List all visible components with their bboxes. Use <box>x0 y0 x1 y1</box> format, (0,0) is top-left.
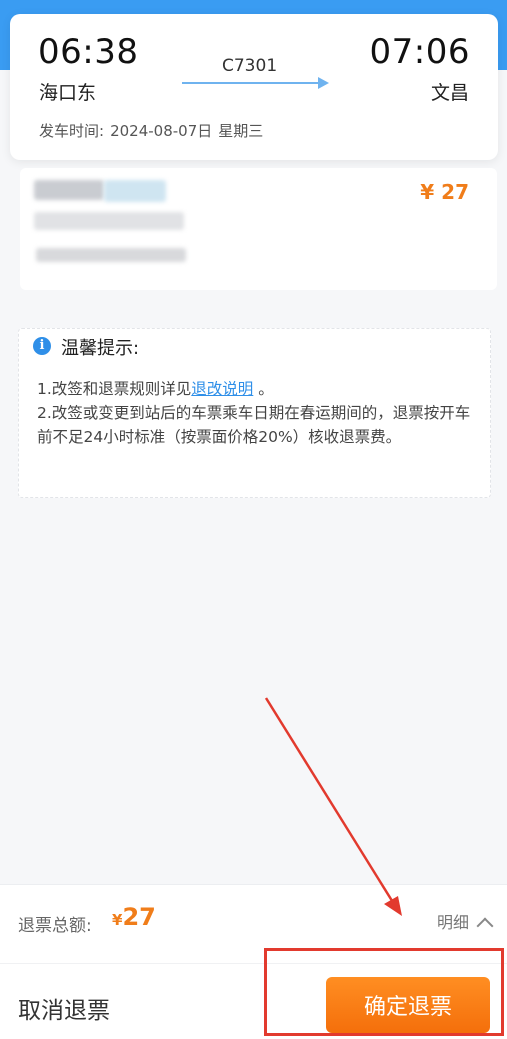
tips-box: i 温馨提示: 1.改签和退票规则详见退改说明 。 2.改签或变更到站后的车票乘… <box>18 328 491 498</box>
refund-total-amount: ¥27 <box>112 903 156 931</box>
arrival-station: 文昌 <box>430 82 469 104</box>
arrow-right-icon <box>318 77 329 89</box>
departure-date-line: 发车时间: 2024-08-07日 星期三 <box>39 120 269 141</box>
tip-line-1: 1.改签和退票规则详见退改说明 。 <box>37 380 274 398</box>
depart-weekday: 星期三 <box>218 122 264 140</box>
passenger-card: ¥ 27 <box>20 168 497 290</box>
tip-line-2: 2.改签或变更到站后的车票乘车日期在春运期间的，退票按开车前不足24小时标准（按… <box>37 404 471 446</box>
trip-card: 06:38 海口东 C7301 07:06 文昌 发车时间: 2024-08-07… <box>10 14 498 160</box>
refund-total-label: 退票总额: <box>18 916 92 936</box>
detail-toggle-button[interactable]: 明细 <box>437 909 494 935</box>
depart-date: 2024-08-07日 <box>110 122 213 140</box>
confirm-refund-button[interactable]: 确定退票 <box>326 977 490 1033</box>
cancel-refund-button[interactable]: 取消退票 <box>18 991 110 1025</box>
route-line <box>182 82 322 84</box>
divider <box>0 963 507 964</box>
tips-body: 1.改签和退票规则详见退改说明 。 2.改签或变更到站后的车票乘车日期在春运期间… <box>37 377 479 449</box>
bottom-panel: 退票总额: ¥27 明细 取消退票 确定退票 <box>0 884 507 1039</box>
chevron-up-icon <box>476 917 494 935</box>
departure-time: 06:38 <box>38 32 139 72</box>
departure-station: 海口东 <box>39 82 97 104</box>
refund-rules-link[interactable]: 退改说明 <box>191 380 253 398</box>
passenger-name-redacted <box>34 180 104 200</box>
train-number: C7301 <box>222 56 278 76</box>
annotation-arrow-line <box>264 697 396 905</box>
arrival-time: 07:06 <box>369 32 470 72</box>
tips-title: 温馨提示: <box>61 338 140 359</box>
seat-info-redacted <box>36 248 186 262</box>
seat-type-redacted <box>104 180 166 202</box>
passenger-id-redacted <box>34 212 184 230</box>
depart-label: 发车时间: <box>39 122 105 140</box>
info-icon: i <box>33 337 51 355</box>
ticket-price: ¥ 27 <box>420 180 469 204</box>
